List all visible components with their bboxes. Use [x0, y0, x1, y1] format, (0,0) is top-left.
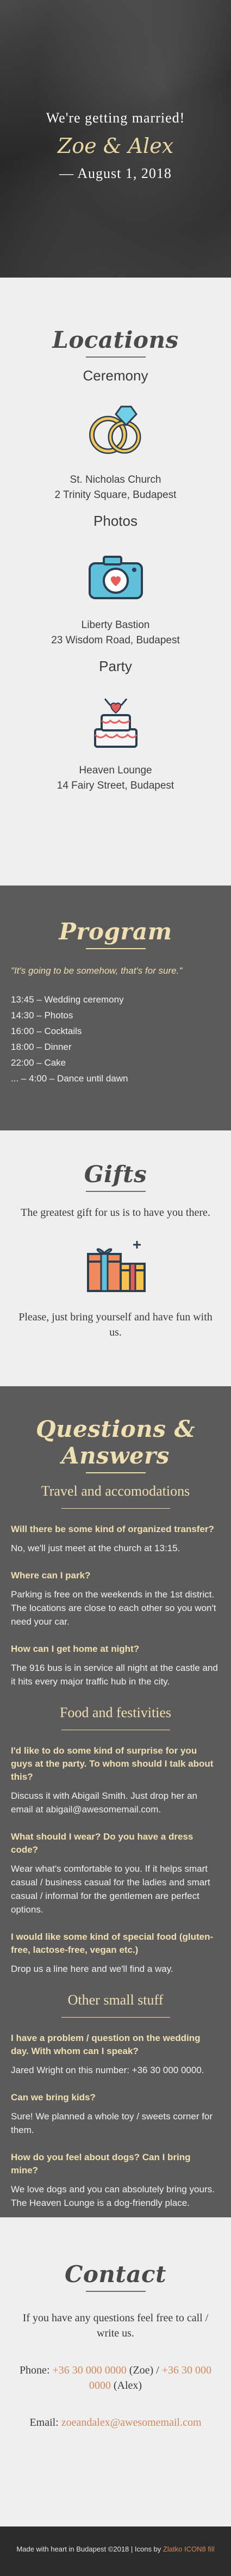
program-item: 22:00 – Cake — [11, 1058, 66, 1068]
program-section: Program "It's going to be somehow, that'… — [0, 886, 231, 1130]
locations-section: Locations Ceremony St. Nicholas Church 2… — [0, 278, 231, 886]
phone-link-zoe[interactable]: +36 30 000 0000 — [53, 2364, 127, 2376]
contact-section: Contact If you have any questions feel f… — [0, 2217, 231, 2526]
divider — [85, 356, 146, 358]
footer: Made with heart in Budapest ©2018 | Icon… — [0, 2526, 231, 2576]
email-link[interactable]: zoeandalex@awesomemail.com — [61, 2417, 202, 2429]
location-party: Party Heaven Lounge 14 Fairy Street, Bud… — [0, 658, 231, 794]
program-quote: "It's going to be somehow, that's for su… — [11, 966, 183, 976]
divider — [85, 2291, 146, 2292]
program-item: 13:45 – Wedding ceremony — [11, 994, 124, 1005]
qa-question: I'd like to do some kind of surprise for… — [11, 1745, 214, 1782]
hero: We're getting married! Zoe & Alex — Augu… — [0, 0, 231, 278]
location-heading: Party — [99, 658, 132, 674]
location-street: 14 Fairy Street, Budapest — [57, 780, 174, 791]
section-title-locations: Locations — [52, 327, 179, 353]
section-title-contact: Contact — [64, 2261, 167, 2288]
qa-question: Will there be some kind of organized tra… — [11, 1524, 214, 1534]
location-photos: Photos Liberty Bastion 23 Wisdom Road, B… — [0, 513, 231, 648]
contact-email: Email: zoeandalex@awesomemail.com — [16, 2415, 215, 2430]
rings-icon — [78, 398, 154, 464]
phone-label: Phone: — [19, 2364, 50, 2376]
program-item: ... – 4:00 – Dance until dawn — [11, 1073, 128, 1084]
section-title-qa: Questions & Answers — [35, 1416, 196, 1469]
location-heading: Photos — [93, 513, 138, 529]
program-item: 16:00 – Cocktails — [11, 1026, 82, 1036]
hero-names: Zoe & Alex — [57, 134, 174, 158]
qa-question: I would like some kind of special food (… — [11, 1932, 214, 1955]
divider — [85, 1472, 146, 1473]
location-venue: Heaven Lounge — [79, 765, 152, 776]
qa-answer: We love dogs and you can absolutely brin… — [11, 2184, 215, 2208]
hero-pretitle: We're getting married! — [46, 110, 185, 126]
qa-section: Questions & Answers Travel and accomodat… — [0, 1386, 231, 2229]
gifts-section: Gifts The greatest gift for us is to hav… — [0, 1130, 231, 1386]
location-venue: Liberty Bastion — [81, 619, 150, 631]
phone-owner-alex: (Alex) — [113, 2380, 142, 2391]
footer-text: Made with heart in Budapest ©2018 | Icon… — [16, 2545, 161, 2553]
location-street: 2 Trinity Square, Budapest — [54, 489, 177, 501]
section-title-program: Program — [59, 918, 172, 945]
phone-owner-zoe: (Zoe) / — [129, 2364, 159, 2376]
qa-question: How do you feel about dogs? Can I bring … — [11, 2152, 191, 2175]
program-item: 18:00 – Dinner — [11, 1042, 72, 1052]
footer-credit-link[interactable]: Zlatko — [163, 2545, 182, 2553]
gifts-text-2: Please, just bring yourself and have fun… — [18, 1311, 213, 1338]
program-item: 14:30 – Photos — [11, 1010, 73, 1020]
location-address: St. Nicholas Church 2 Trinity Square, Bu… — [0, 472, 231, 503]
divider — [85, 948, 146, 949]
qa-question: I have a problem / question on the weddi… — [11, 2033, 201, 2056]
location-address: Heaven Lounge 14 Fairy Street, Budapest — [0, 763, 231, 794]
program-list: 13:45 – Wedding ceremony 14:30 – Photos … — [11, 992, 220, 1086]
qa-question: How can I get home at night? — [11, 1644, 140, 1654]
email-label: Email: — [29, 2417, 59, 2429]
divider — [85, 1191, 146, 1192]
location-address: Liberty Bastion 23 Wisdom Road, Budapest — [0, 618, 231, 648]
qa-question: Where can I park? — [11, 1570, 91, 1581]
divider — [61, 1508, 170, 1509]
location-street: 23 Wisdom Road, Budapest — [51, 635, 180, 646]
footer-credit-link[interactable]: fill — [208, 2545, 214, 2553]
camera-icon — [78, 544, 154, 609]
qa-category-title: Other small stuff — [67, 1992, 164, 2008]
qa-question: Can we bring kids? — [11, 2092, 96, 2102]
qa-answer: Jared Wright on this number: +36 30 000 … — [11, 2065, 204, 2075]
qa-answer: No, we'll just meet at the church at 13:… — [11, 1543, 180, 1553]
qa-category-title: Travel and accomodations — [41, 1483, 190, 1499]
hero-date: — August 1, 2018 — [59, 165, 172, 181]
location-venue: St. Nicholas Church — [70, 474, 161, 485]
qa-answer: Drop us a line here and we'll find a way… — [11, 1964, 173, 1974]
location-ceremony: Ceremony St. Nicholas Church 2 Trinity S… — [0, 367, 231, 503]
location-heading: Ceremony — [83, 367, 148, 384]
cake-icon — [78, 689, 154, 754]
qa-answer: Discuss it with Abigail Smith. Just drop… — [11, 1791, 197, 1815]
qa-answer: Sure! We planned a whole toy / sweets co… — [11, 2111, 213, 2135]
contact-intro: If you have any questions feel free to c… — [22, 2312, 209, 2339]
qa-answer: The 916 bus is in service all night at t… — [11, 1663, 218, 1687]
qa-question: What should I wear? Do you have a dress … — [11, 1831, 193, 1855]
qa-answer: Wear what's comfortable to you. If it he… — [11, 1864, 210, 1915]
divider — [61, 2017, 170, 2018]
contact-phone: Phone: +36 30 000 0000 (Zoe) / +36 30 00… — [16, 2363, 215, 2393]
gift-icon — [78, 1234, 154, 1300]
qa-category-title: Food and festivities — [59, 1705, 172, 1720]
section-title-gifts: Gifts — [84, 1161, 147, 1188]
gifts-text-1: The greatest gift for us is to have you … — [21, 1207, 210, 1219]
qa-answer: Parking is free on the weekends in the 1… — [11, 1589, 216, 1627]
footer-credit-link[interactable]: ICON8 — [184, 2545, 206, 2553]
